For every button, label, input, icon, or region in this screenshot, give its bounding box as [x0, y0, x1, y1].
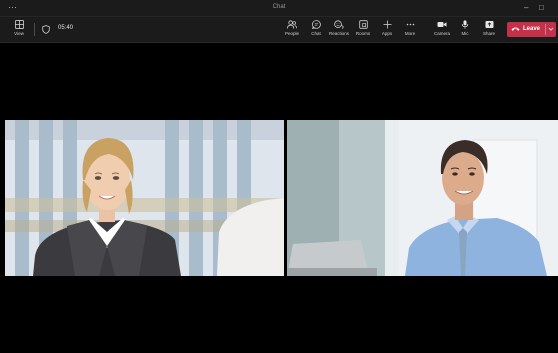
- participant-video-right[interactable]: [287, 120, 558, 276]
- people-label: People: [284, 31, 299, 36]
- apps-button[interactable]: Apps: [375, 20, 399, 42]
- maximize-button[interactable]: □: [539, 3, 544, 12]
- camera-icon: [437, 22, 447, 27]
- view-button[interactable]: View: [10, 20, 28, 42]
- grid-view-icon: [14, 20, 24, 29]
- apps-label: Apps: [381, 31, 393, 36]
- rooms-label: Rooms: [355, 31, 371, 36]
- chat-button[interactable]: Chat: [304, 20, 328, 42]
- title-bar: ··· Chat – □: [0, 0, 558, 17]
- share-label: Share: [482, 31, 495, 36]
- mic-label: Mic: [461, 31, 469, 36]
- window-title: Chat: [272, 4, 286, 10]
- leave-divider: [545, 24, 546, 35]
- view-label: View: [14, 31, 24, 36]
- leave-label: Leave: [523, 26, 541, 32]
- reactions-icon: [334, 20, 344, 29]
- share-icon: [485, 21, 493, 28]
- participant-video-image: [5, 120, 284, 276]
- minimize-button[interactable]: –: [524, 3, 528, 12]
- meeting-toolbar: View 05:40 People Chat Reactions Rooms A…: [0, 17, 558, 43]
- leave-button[interactable]: Leave: [507, 22, 556, 37]
- more-button[interactable]: More: [398, 20, 422, 42]
- rooms-icon: [358, 20, 368, 29]
- mic-icon: [461, 20, 469, 29]
- mic-button[interactable]: Mic: [453, 20, 477, 42]
- reactions-label: Reactions: [328, 31, 349, 36]
- meeting-timer: 05:40: [58, 25, 74, 31]
- more-label: More: [404, 31, 416, 36]
- rooms-button[interactable]: Rooms: [351, 20, 375, 42]
- camera-button[interactable]: Camera: [430, 20, 454, 42]
- phone-hangup-icon: [511, 27, 520, 31]
- people-icon: [287, 20, 297, 29]
- more-icon: [406, 23, 414, 26]
- toolbar-divider: [34, 23, 35, 36]
- chevron-down-icon[interactable]: [548, 26, 554, 32]
- video-stage: [0, 44, 558, 353]
- share-button[interactable]: Share: [477, 20, 501, 42]
- shield-icon: [42, 25, 50, 34]
- participant-video-image: [287, 120, 558, 276]
- chat-label: Chat: [311, 31, 321, 36]
- participant-video-left[interactable]: [5, 120, 284, 276]
- reactions-button[interactable]: Reactions: [327, 20, 351, 42]
- people-button[interactable]: People: [280, 20, 304, 42]
- plus-icon: [383, 20, 391, 29]
- chat-icon: [311, 20, 321, 29]
- camera-label: Camera: [433, 31, 450, 36]
